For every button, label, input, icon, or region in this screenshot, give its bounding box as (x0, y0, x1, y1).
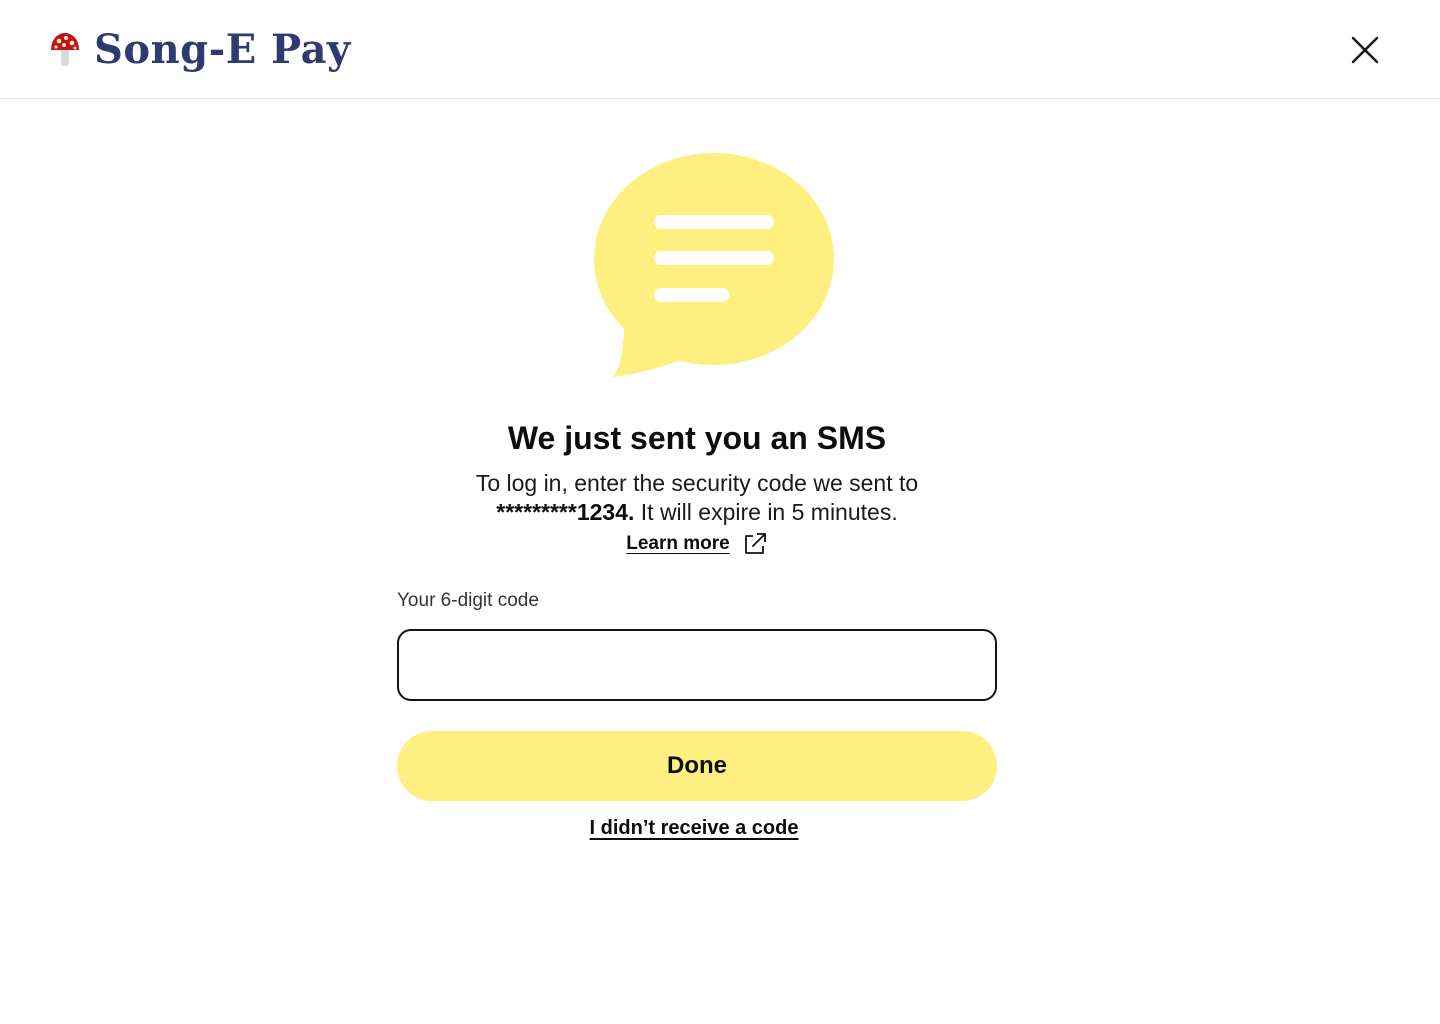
mushroom-icon (50, 32, 80, 68)
chat-bubble-icon (592, 153, 838, 383)
app-header: Song-E Pay (0, 0, 1440, 99)
instructions-prefix: To log in, enter the security code we se… (475, 470, 919, 496)
close-button[interactable] (1346, 31, 1384, 69)
page-title: We just sent you an SMS (507, 420, 887, 456)
learn-more-row: Learn more (0, 531, 1394, 557)
external-link-icon[interactable] (742, 531, 768, 557)
resend-code-link[interactable]: I didn’t receive a code (397, 817, 991, 840)
verification-panel: We just sent you an SMS To log in, enter… (0, 99, 1440, 1024)
expiry-text: It will expire in 5 minutes. (640, 499, 898, 525)
masked-phone-number: *********1234. (496, 499, 635, 525)
instructions-text: To log in, enter the security code we se… (420, 469, 974, 527)
brand: Song-E Pay (50, 26, 351, 74)
code-field-label: Your 6-digit code (397, 590, 539, 611)
close-icon (1351, 36, 1379, 64)
learn-more-link[interactable]: Learn more (626, 533, 729, 555)
brand-name: Song-E Pay (94, 26, 351, 73)
code-input[interactable] (397, 629, 997, 701)
done-button[interactable]: Done (397, 731, 997, 801)
